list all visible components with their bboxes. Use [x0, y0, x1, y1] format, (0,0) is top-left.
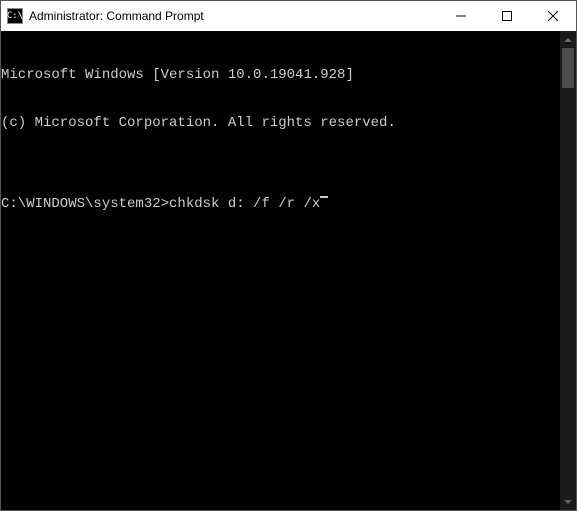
terminal-line: Microsoft Windows [Version 10.0.19041.92…	[1, 67, 556, 83]
window-controls	[438, 1, 576, 31]
prompt-line: C:\WINDOWS\system32>chkdsk d: /f /r /x	[1, 196, 556, 212]
prompt-path: C:\WINDOWS\system32>	[1, 196, 169, 212]
titlebar[interactable]: C:\ Administrator: Command Prompt	[1, 1, 576, 31]
terminal-content[interactable]: Microsoft Windows [Version 10.0.19041.92…	[1, 31, 560, 510]
chevron-down-icon	[564, 500, 572, 504]
close-button[interactable]	[530, 1, 576, 31]
chevron-up-icon	[564, 38, 572, 42]
cursor	[320, 196, 328, 198]
close-icon	[548, 11, 558, 21]
window-title: Administrator: Command Prompt	[29, 9, 204, 23]
minimize-icon	[456, 11, 466, 21]
scrollbar[interactable]	[560, 31, 576, 510]
scroll-thumb[interactable]	[562, 48, 574, 88]
terminal-line: (c) Microsoft Corporation. All rights re…	[1, 115, 556, 131]
scroll-down-button[interactable]	[560, 493, 576, 510]
scroll-track[interactable]	[560, 48, 576, 493]
scroll-up-button[interactable]	[560, 31, 576, 48]
command-prompt-window: C:\ Administrator: Command Prompt	[0, 0, 577, 511]
maximize-icon	[502, 11, 512, 21]
terminal-area: Microsoft Windows [Version 10.0.19041.92…	[1, 31, 576, 510]
command-input[interactable]: chkdsk d: /f /r /x	[169, 196, 320, 212]
maximize-button[interactable]	[484, 1, 530, 31]
minimize-button[interactable]	[438, 1, 484, 31]
app-icon: C:\	[7, 8, 23, 24]
app-icon-text: C:\	[7, 12, 23, 21]
